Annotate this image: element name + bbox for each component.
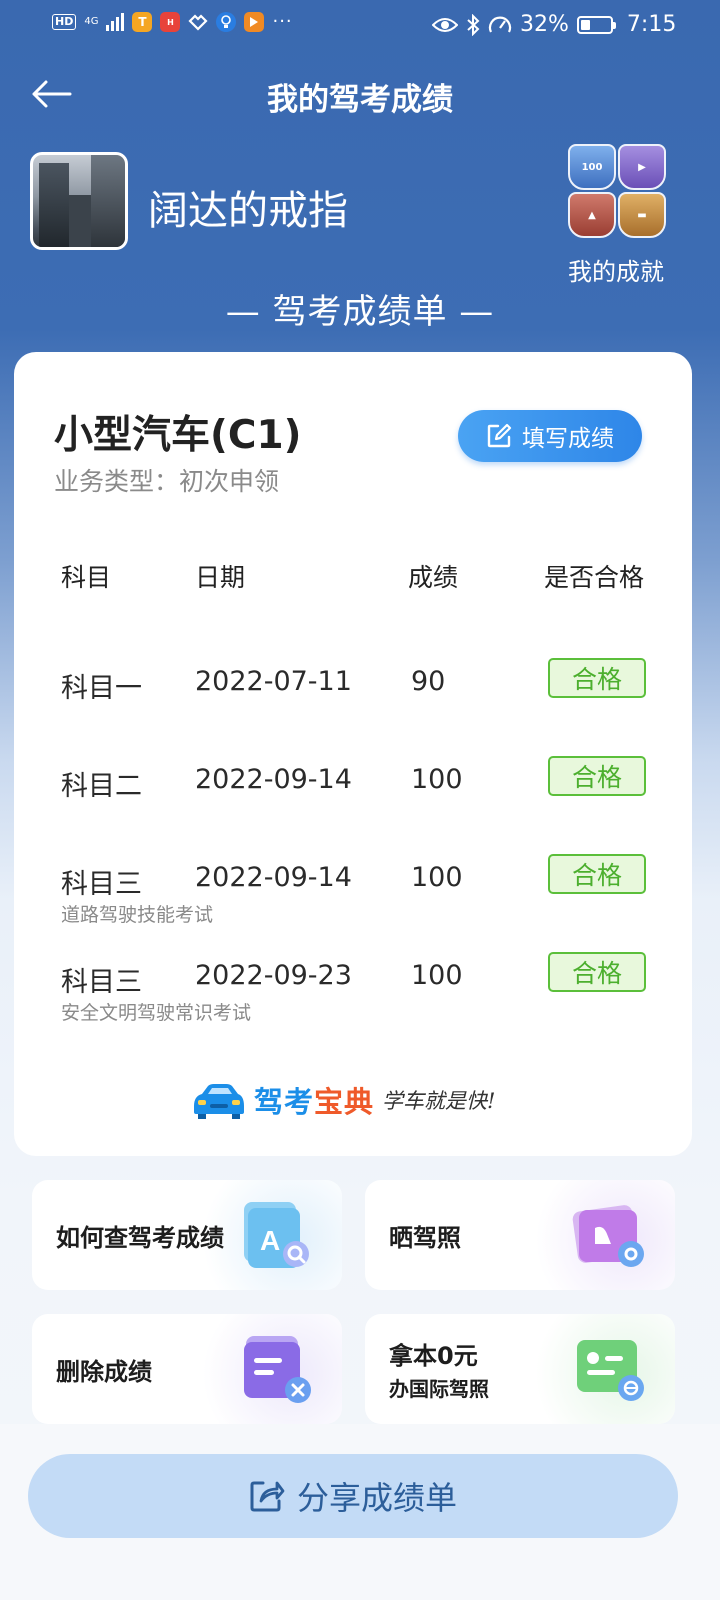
eye-comfort-icon <box>432 17 458 32</box>
speed-gauge-icon <box>488 16 512 32</box>
bulb-notification-icon <box>216 12 237 32</box>
fill-score-button[interactable]: 填写成绩 <box>458 410 642 462</box>
intl-license-label-1: 拿本0元 <box>389 1342 478 1370</box>
section-title: — 驾考成绩单 — <box>225 292 495 332</box>
document-search-icon: A <box>244 1202 309 1268</box>
huawei-notification-icon: H <box>160 12 181 32</box>
status-bar: HD 4G T H ··· 32% 7:15 <box>0 0 720 50</box>
bluetooth-icon <box>467 13 480 36</box>
edit-icon <box>487 423 512 448</box>
battery-icon <box>576 15 616 34</box>
delete-record-icon <box>244 1336 311 1403</box>
intl-license-label-2: 办国际驾照 <box>389 1377 489 1401</box>
table-header: 科目 日期 成绩 是否合格 <box>14 558 692 592</box>
table-row: 科目二 2022-09-14 100 合格 <box>14 756 692 844</box>
achievements-button[interactable]: 100 ▶ ▲ ▬ 我的成就 <box>558 144 674 287</box>
car-logo-icon <box>194 1084 244 1119</box>
row-date: 2022-09-14 <box>195 862 352 893</box>
fill-score-label: 填写成绩 <box>522 426 614 452</box>
pass-badge: 合格 <box>548 658 646 698</box>
table-row: 科目三 2022-09-14 100 合格 道路驾驶技能考试 <box>14 854 692 942</box>
row-subject: 科目一 <box>61 673 142 704</box>
license-type: 小型汽车(C1) <box>54 413 302 458</box>
col-pass: 是否合格 <box>544 563 645 592</box>
row-score: 100 <box>411 960 463 991</box>
intl-license-tile[interactable]: 拿本0元 办国际驾照 <box>365 1314 675 1424</box>
pass-badge: 合格 <box>548 854 646 894</box>
badge-purple-icon: ▶ <box>618 144 666 190</box>
svg-text:A: A <box>260 1225 280 1256</box>
row-date: 2022-09-14 <box>195 764 352 795</box>
badge-100-icon: 100 <box>568 144 616 190</box>
photo-share-icon <box>572 1205 644 1267</box>
query-score-tile[interactable]: 如何查驾考成绩 A <box>32 1180 342 1290</box>
play-notification-icon <box>244 12 265 32</box>
network-label: 4G <box>84 16 99 27</box>
achievement-badges: 100 ▶ ▲ ▬ <box>566 144 666 240</box>
show-license-label: 晒驾照 <box>389 1223 461 1252</box>
row-subject: 科目三 <box>61 967 142 998</box>
row-note: 道路驾驶技能考试 <box>61 904 214 926</box>
delete-score-label: 删除成绩 <box>56 1357 152 1386</box>
achievements-label: 我的成就 <box>568 258 664 286</box>
avatar[interactable] <box>30 152 128 250</box>
hd-icon: HD <box>52 14 77 30</box>
row-subject: 科目三 <box>61 869 142 900</box>
row-note: 安全文明驾驶常识考试 <box>61 1002 252 1024</box>
app-notification-icon: T <box>132 12 153 32</box>
status-left: HD 4G T H ··· <box>52 12 293 32</box>
col-subject: 科目 <box>61 563 112 592</box>
brand-name-part-a: 驾考 <box>254 1085 315 1119</box>
row-score: 100 <box>411 764 463 795</box>
row-date: 2022-09-23 <box>195 960 352 991</box>
brand-name-part-b: 宝典 <box>314 1085 375 1119</box>
business-type: 业务类型：初次申领 <box>54 467 280 496</box>
share-scores-button[interactable]: 分享成绩单 <box>28 1454 678 1538</box>
score-card: 小型汽车(C1) 业务类型：初次申领 填写成绩 科目 日期 成绩 是否合格 科目… <box>14 352 692 1156</box>
clock: 7:15 <box>626 12 677 37</box>
badge-gold-icon: ▬ <box>618 192 666 238</box>
share-scores-label: 分享成绩单 <box>296 1479 457 1517</box>
brand-name: 驾考宝典 <box>254 1079 374 1121</box>
col-date: 日期 <box>195 563 246 592</box>
heart-notification-icon <box>188 12 209 32</box>
brand-slogan: 学车就是快! <box>382 1089 496 1113</box>
signal-icon <box>106 13 125 31</box>
col-score: 成绩 <box>408 563 459 592</box>
delete-score-tile[interactable]: 删除成绩 <box>32 1314 342 1424</box>
id-card-globe-icon <box>577 1340 644 1401</box>
row-date: 2022-07-11 <box>195 666 352 697</box>
badge-red-icon: ▲ <box>568 192 616 238</box>
query-score-label: 如何查驾考成绩 <box>56 1223 224 1252</box>
brand-logo: 驾考宝典 学车就是快! <box>190 1076 520 1124</box>
status-right: 32% 7:15 <box>432 12 676 37</box>
table-row: 科目三 2022-09-23 100 合格 安全文明驾驶常识考试 <box>14 952 692 1040</box>
more-notifications-icon: ··· <box>272 11 293 32</box>
row-score: 90 <box>411 666 446 697</box>
page-title: 我的驾考成绩 <box>267 82 453 118</box>
show-license-tile[interactable]: 晒驾照 <box>365 1180 675 1290</box>
pass-badge: 合格 <box>548 756 646 796</box>
row-subject: 科目二 <box>61 771 142 802</box>
battery-percent: 32% <box>520 12 569 37</box>
table-row: 科目一 2022-07-11 90 合格 <box>14 658 692 746</box>
pass-badge: 合格 <box>548 952 646 992</box>
share-icon <box>250 1481 285 1512</box>
row-score: 100 <box>411 862 463 893</box>
username: 阔达的戒指 <box>148 188 348 234</box>
